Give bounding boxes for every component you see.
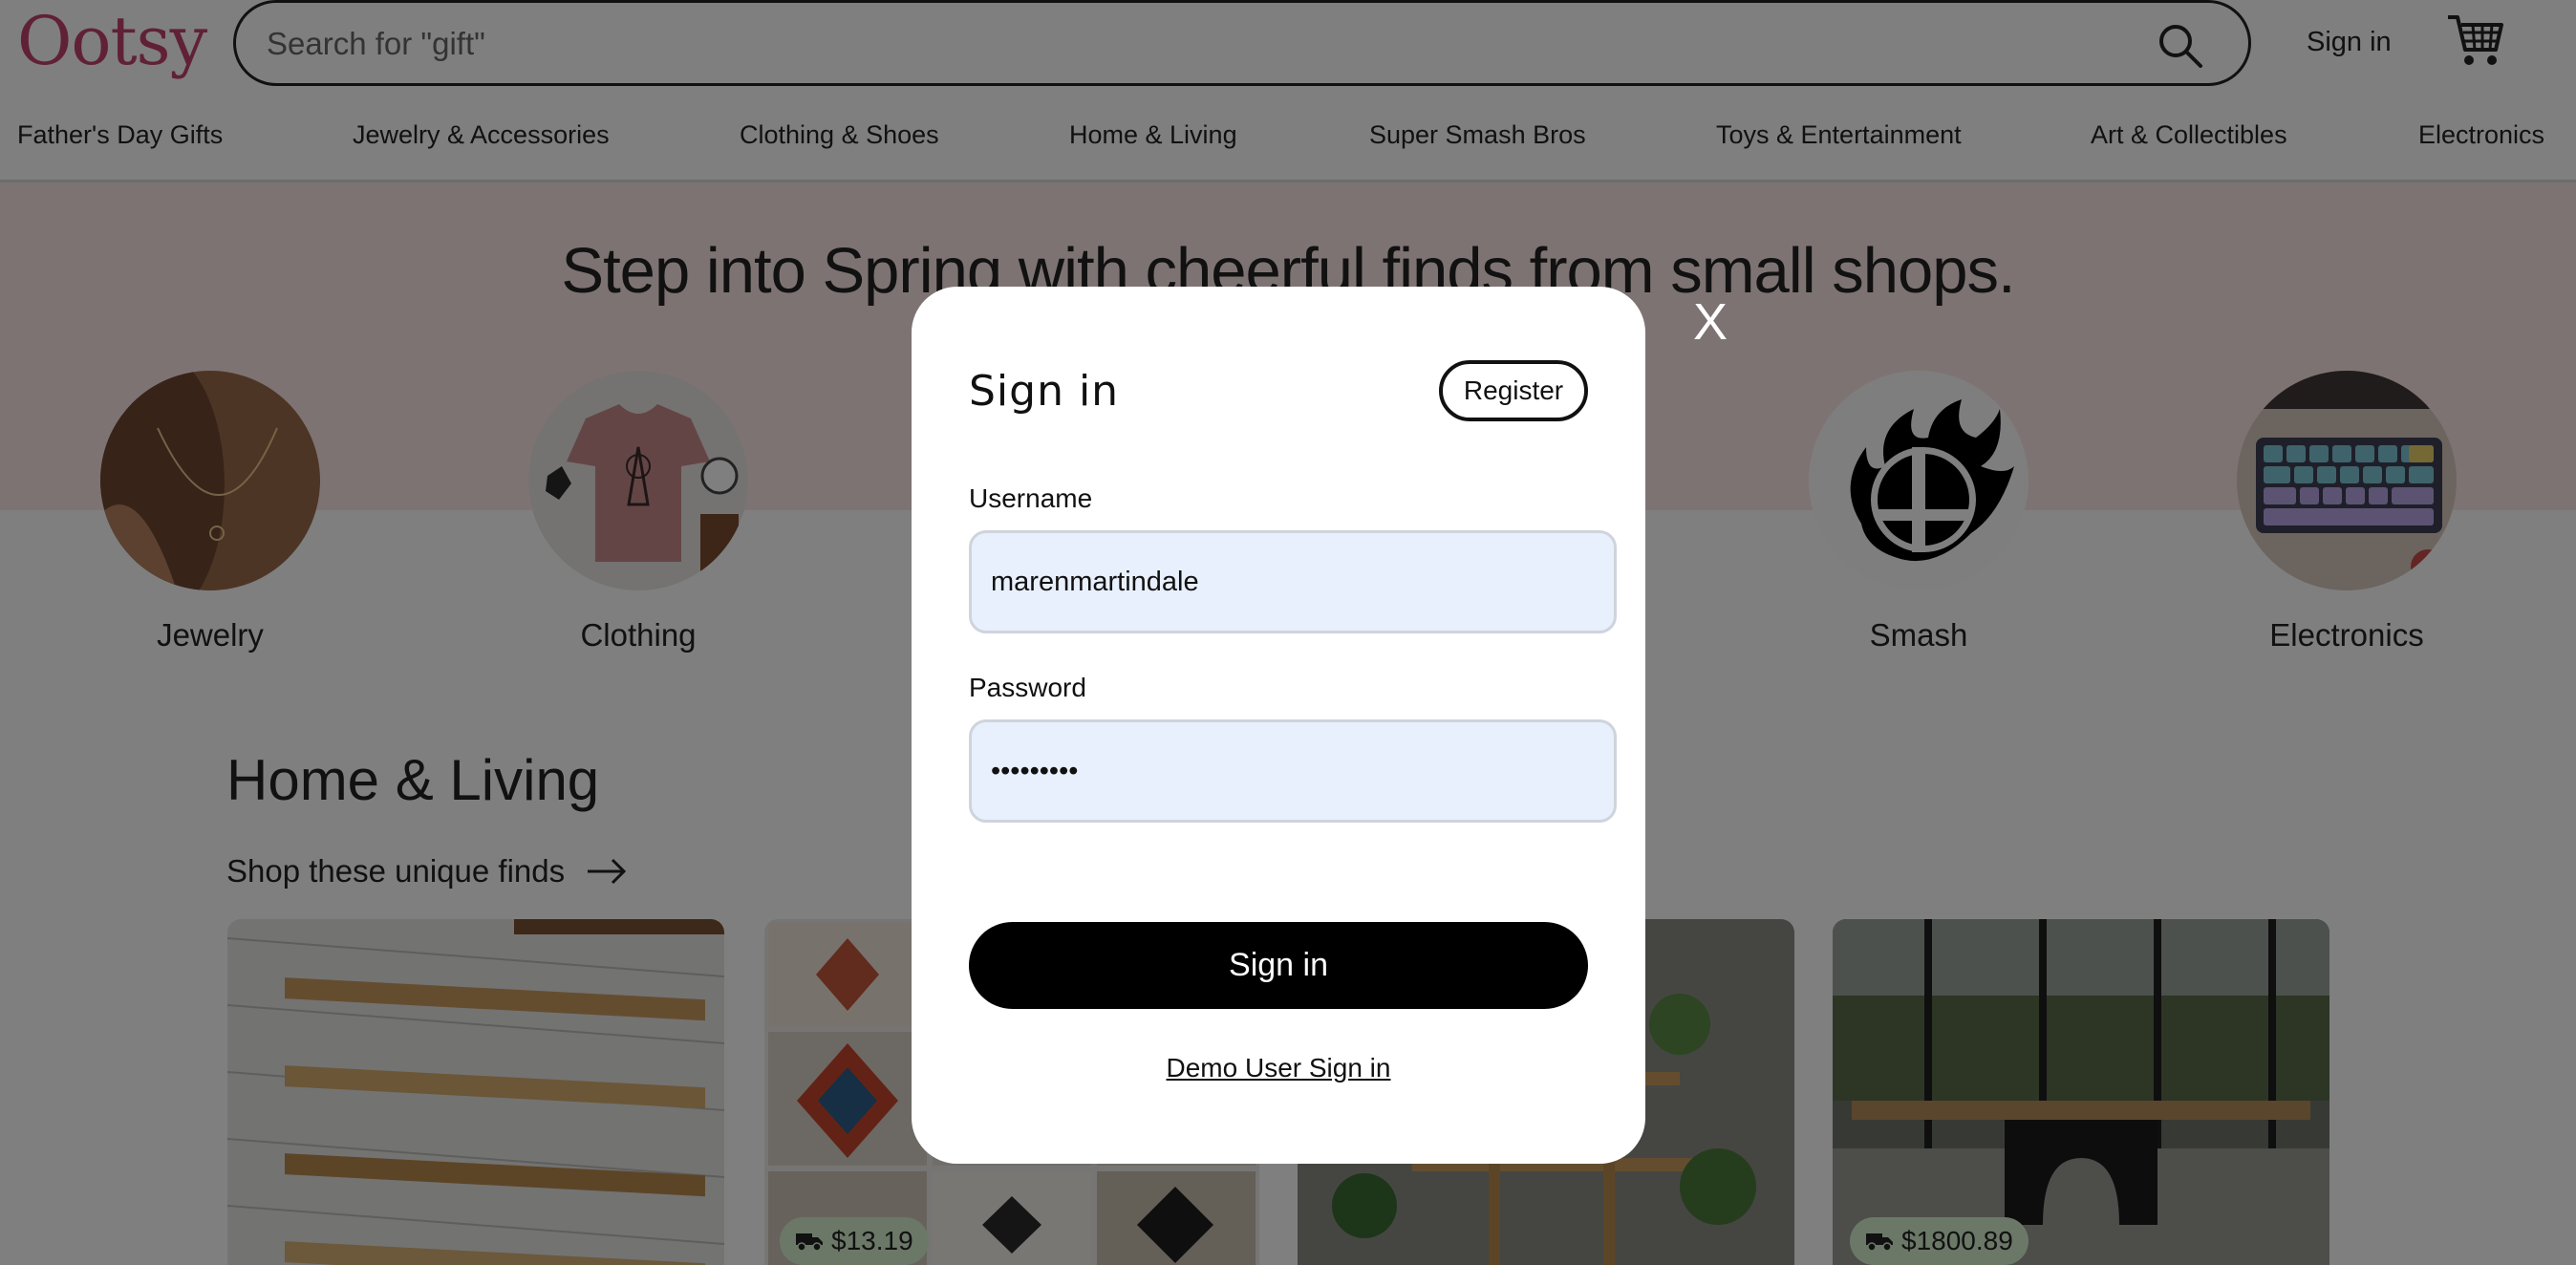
password-field[interactable] [969, 719, 1617, 823]
demo-user-sign-in-link[interactable]: Demo User Sign in [912, 1053, 1645, 1083]
password-label: Password [969, 673, 1086, 702]
username-field[interactable] [969, 530, 1617, 633]
username-label: Username [969, 483, 1093, 513]
register-button[interactable]: Register [1439, 360, 1588, 421]
modal-title: Sign in [969, 367, 1120, 416]
sign-in-button[interactable]: Sign in [969, 922, 1588, 1009]
close-modal-button[interactable]: X [1693, 292, 1728, 352]
sign-in-modal: Sign in Register Username Password Sign … [912, 287, 1645, 1164]
